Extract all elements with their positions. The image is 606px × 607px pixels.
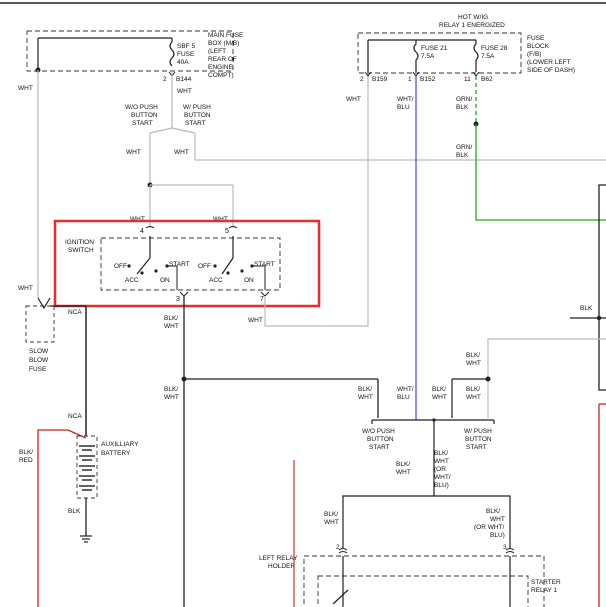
ign-b-off-label: OFF <box>198 263 211 270</box>
hot-relay-label: HOT W/IG RELAY 1 ENERGIZED <box>439 14 505 29</box>
fuse-28-label: FUSE 28 7.5A <box>481 45 509 60</box>
ign-a-on-label: ON <box>160 277 170 284</box>
relay-pin-2-connector <box>338 548 348 554</box>
starter-relay-label: STARTER RELAY 1 <box>531 579 563 594</box>
ign-switch-a-off-contact <box>127 264 131 268</box>
wht-label-left-mid: WHT <box>18 285 33 292</box>
ign-switch-a-blade <box>136 257 151 275</box>
fuse-40a-symbol <box>169 41 175 67</box>
fuse-block-label: FUSE BLOCK (F/B) (LOWER LEFT SIDE OF DAS… <box>527 35 575 74</box>
ign-b-start-label: START <box>254 261 275 268</box>
ign-b-on-label: ON <box>244 277 254 284</box>
blk-red-label: BLK/ RED <box>19 449 35 464</box>
blk-wht-label-pin3: BLK/ WHT <box>164 315 180 330</box>
ign-a-off-label: OFF <box>114 263 127 270</box>
ign-switch-b-on-contact <box>240 269 244 273</box>
fuse-21-label: FUSE 21 7.5A <box>421 45 449 60</box>
blk-wht-label-option: BLK/ WHT <box>396 461 412 476</box>
relay-contact-arm <box>332 589 349 605</box>
option-left-wire <box>342 495 434 548</box>
wo-push-start-label-top: W/O PUSH BUTTON START <box>125 104 160 127</box>
w-push-start-label-top: W/ PUSH BUTTON START <box>183 104 213 127</box>
blk-label-right: BLK <box>580 305 593 312</box>
ign-a-acc-label: ACC <box>125 277 139 284</box>
fuse-40a-label: SBF 5 FUSE 40A <box>177 43 197 66</box>
wht-label-pin7: WHT <box>248 317 263 324</box>
blk-wht-or-wht-blu-label: BLK/ WHT (OR WHT/ BLU) <box>434 450 452 489</box>
split-left-branch <box>149 127 173 134</box>
ign-switch-b-off-contact <box>213 264 217 268</box>
nca-label-top: NCA <box>68 309 82 316</box>
grn-blk-wire <box>475 124 606 221</box>
blk-wht-label-mid: BLK/ WHT <box>164 386 180 401</box>
main-fuse-box-label: MAIN FUSE BOX (M/B) (LEFT REAR OF ENGINE… <box>208 32 245 79</box>
ground-icon <box>80 535 92 543</box>
nca-label-bottom: NCA <box>68 413 82 420</box>
ign-pin-3-label: 3 <box>176 296 180 303</box>
relay-pin-3-connector <box>505 548 515 554</box>
ign-pin-4-label: 4 <box>140 228 144 235</box>
slow-blow-fuse-label: SLOW BLOW FUSE <box>29 348 50 373</box>
wiring-diagram: MAIN FUSE BOX (M/B) (LEFT REAR OF ENGINE… <box>0 2 606 607</box>
ign-b-start-hook <box>252 265 266 290</box>
aux-battery-label: AUXILLIARY BATTERY <box>101 441 140 457</box>
ign-switch-b-acc-contact <box>226 271 230 275</box>
fuse-block-outline <box>357 32 522 74</box>
blk-wht-label-right-b: BLK/ WHT <box>432 386 448 401</box>
right-splice-dot <box>596 315 602 321</box>
grn-blk-label-mid: GRN/ BLK <box>456 144 474 159</box>
wht-label-left-top: WHT <box>18 85 33 92</box>
wht-label-fb: WHT <box>346 96 361 103</box>
blk-wht-label-bus: BLK/ WHT <box>358 386 374 401</box>
blk-wht-label-right-top: BLK/ WHT <box>466 352 482 367</box>
starter-relay-outline <box>317 575 529 607</box>
slow-blow-fuse-link <box>37 297 51 310</box>
wht-label-fuse-out: WHT <box>177 88 192 95</box>
ign-pin-5-label: 5 <box>225 228 229 235</box>
w-push-start-label-bottom: W/ PUSH BUTTON START <box>464 428 494 451</box>
wht-blu-label-top: WHT/ BLU <box>397 96 415 111</box>
left-relay-holder-label: LEFT RELAY HOLDER <box>259 555 299 570</box>
wht-blu-label-mid: WHT/ BLU <box>397 386 415 401</box>
ign-switch-a-on-contact <box>154 269 158 273</box>
ign-b-acc-label: ACC <box>209 277 223 284</box>
ign-pin-3-connector <box>179 291 189 297</box>
slow-blow-fuse-box <box>25 305 55 343</box>
main-fuse-box-outline <box>26 30 234 72</box>
grn-blk-label-top: GRN/ BLK <box>456 96 474 111</box>
ign-a-start-label: START <box>169 261 190 268</box>
ign-switch-a-acc-contact <box>140 271 144 275</box>
blk-wht-right-wire <box>487 338 606 418</box>
blk-wht-label-relay-left: BLK/ WHT <box>324 511 340 526</box>
split-right-branch <box>171 127 196 134</box>
right-module-outline <box>598 184 606 391</box>
wht-label-w-push: WHT <box>174 149 189 156</box>
blk-red-wire <box>37 429 87 607</box>
blk-wht-or-wht-blu-label-r: BLK/ WHT (OR WHT/ BLU) <box>474 508 507 539</box>
ignition-switch-label: IGNITION SWITCH <box>65 239 96 254</box>
fuse-21-symbol <box>413 40 419 72</box>
wht-label-wo-push: WHT <box>126 149 141 156</box>
pin-2-b144-label: 2 B144 <box>163 76 192 83</box>
left-relay-holder-outline <box>303 555 545 607</box>
battery-cells-icon <box>79 445 95 491</box>
ign-pin-7-label: 7 <box>260 296 264 303</box>
blk-label-ground: BLK <box>68 508 81 515</box>
blk-wht-label-right-mid: BLK/ WHT <box>466 386 482 401</box>
fuse-28-symbol <box>473 40 479 72</box>
fuse-block-pins: 2 B159 1 B152 11 B62 <box>360 76 493 83</box>
wo-push-start-label-bottom: W/O PUSH BUTTON START <box>362 428 397 451</box>
